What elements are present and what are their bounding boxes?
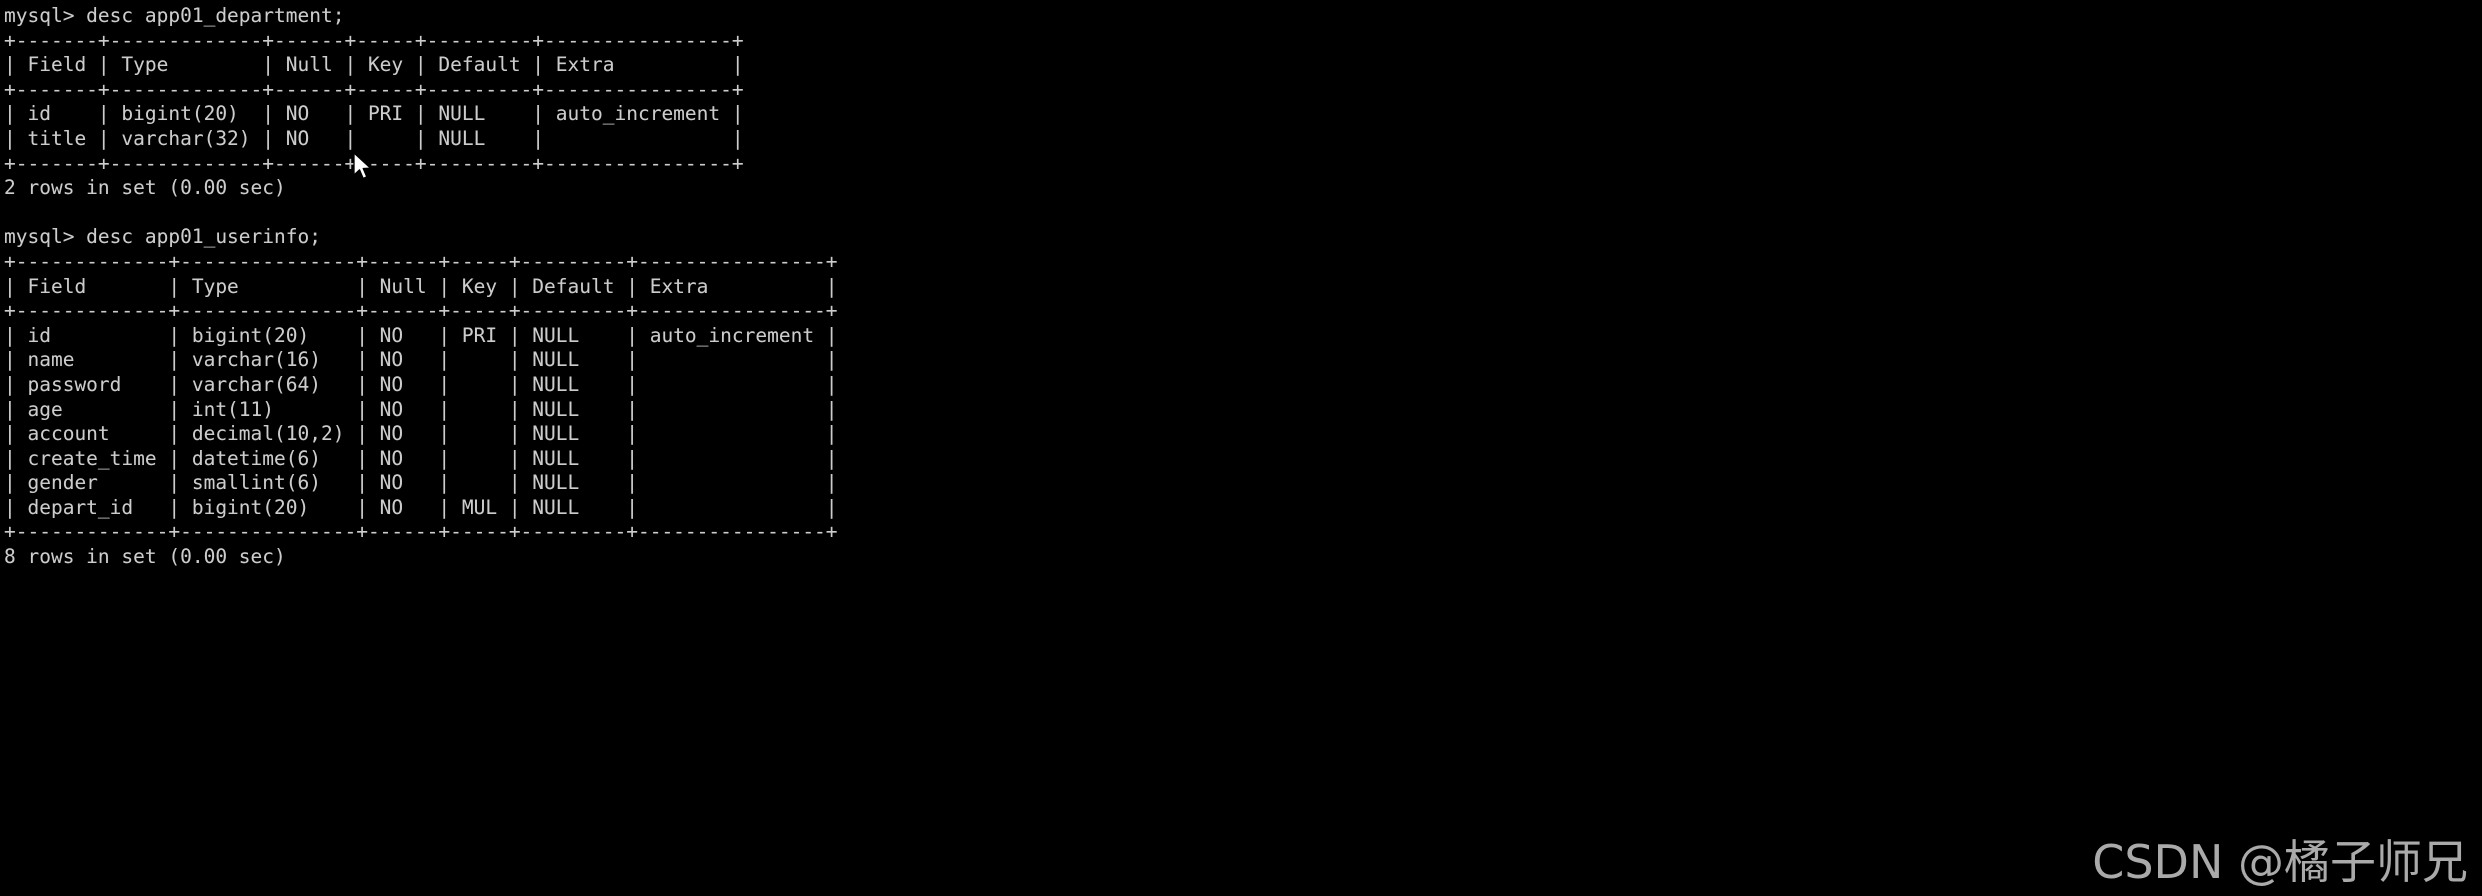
terminal-line-table-border: +-------+-------------+------+-----+----… bbox=[4, 28, 744, 52]
table-row: | gender | smallint(6) | NO | | NULL | | bbox=[4, 471, 838, 495]
table-row: | create_time | datetime(6) | NO | | NUL… bbox=[4, 446, 838, 470]
terminal-line-table-header: | Field | Type | Null | Key | Default | … bbox=[4, 274, 838, 298]
table-row: | password | varchar(64) | NO | | NULL |… bbox=[4, 372, 838, 396]
table-row: | name | varchar(16) | NO | | NULL | | bbox=[4, 348, 838, 372]
table-row: | account | decimal(10,2) | NO | | NULL … bbox=[4, 422, 838, 446]
terminal-line-table-border: +-------+-------------+------+-----+----… bbox=[4, 151, 744, 175]
terminal-line-row-count: 8 rows in set (0.00 sec) bbox=[4, 545, 286, 569]
terminal-window[interactable]: mysql> desc app01_department; +-------+-… bbox=[0, 0, 2482, 896]
table-row: | id | bigint(20) | NO | PRI | NULL | au… bbox=[4, 102, 744, 126]
terminal-line-table-header: | Field | Type | Null | Key | Default | … bbox=[4, 53, 744, 77]
table-row: | id | bigint(20) | NO | PRI | NULL | au… bbox=[4, 323, 838, 347]
table-row: | depart_id | bigint(20) | NO | MUL | NU… bbox=[4, 495, 838, 519]
csdn-watermark: CSDN @橘子师兄 bbox=[2092, 835, 2468, 889]
terminal-line-table-border: +-------+-------------+------+-----+----… bbox=[4, 77, 744, 101]
terminal-line-command-2: mysql> desc app01_userinfo; bbox=[4, 225, 321, 249]
terminal-line-command-1: mysql> desc app01_department; bbox=[4, 4, 345, 27]
table-row: | age | int(11) | NO | | NULL | | bbox=[4, 397, 838, 421]
terminal-line-table-border: +-------------+---------------+------+--… bbox=[4, 299, 838, 323]
terminal-line-table-border: +-------------+---------------+------+--… bbox=[4, 520, 838, 544]
table-row: | title | varchar(32) | NO | | NULL | | bbox=[4, 126, 744, 150]
terminal-line-table-border: +-------------+---------------+------+--… bbox=[4, 249, 838, 273]
terminal-line-row-count: 2 rows in set (0.00 sec) bbox=[4, 176, 286, 200]
